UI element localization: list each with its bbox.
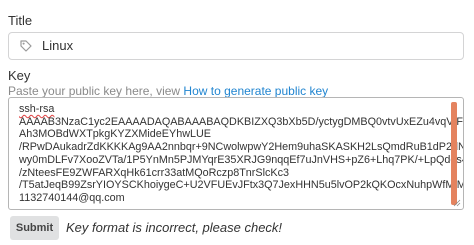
- add-ssh-key-form: Title Linux Key Paste your public key he…: [0, 0, 474, 245]
- title-label: Title: [8, 13, 33, 28]
- error-message: Key format is incorrect, please check!: [66, 220, 283, 235]
- generate-key-help-link[interactable]: How to generate public key: [183, 84, 328, 98]
- key-label: Key: [8, 68, 31, 83]
- key-line: wy0mDLFv7XooZVTa/1P5YnMn5PJMYqrE35XRJG9n…: [19, 153, 464, 166]
- submit-button[interactable]: Submit: [10, 216, 59, 240]
- key-hint: Paste your public key here, view How to …: [8, 84, 328, 98]
- key-textarea-content: ssh-rsa AAAAB3NzaC1yc2EAAAADAQABAAABAQDK…: [19, 103, 464, 205]
- title-input[interactable]: Linux: [8, 32, 464, 60]
- key-hint-text: Paste your public key here, view: [8, 84, 184, 98]
- key-textarea[interactable]: ssh-rsa AAAAB3NzaC1yc2EAAAADAQABAAABAQDK…: [8, 97, 464, 210]
- key-line: AAAAB3NzaC1yc2EAAAADAQABAAABAQDKBIZXQ3bX…: [19, 115, 464, 128]
- key-line: ssh-rsa: [19, 103, 55, 115]
- key-line: 1132740144@qq.com: [19, 191, 125, 204]
- key-line: /T5atJeqB99ZsrYIOYSCKhoiygeC+U2VFUEvJFtx…: [19, 179, 464, 192]
- resize-handle-icon[interactable]: [453, 199, 461, 207]
- textarea-scrollbar[interactable]: [451, 102, 457, 205]
- tag-icon: [20, 40, 32, 52]
- title-input-value: Linux: [42, 38, 74, 53]
- key-line: /zNteesFE9ZWFARXqHk61crr33atMQoRczp8TnrS…: [19, 166, 290, 179]
- key-line: /RPwDAukadrZdKKKKAg9AA2nnbqr+9NCwolwpwY2…: [19, 141, 464, 154]
- key-line: Ah3MOBdWXTpkgKYZXMideEYhwLUE: [19, 128, 212, 141]
